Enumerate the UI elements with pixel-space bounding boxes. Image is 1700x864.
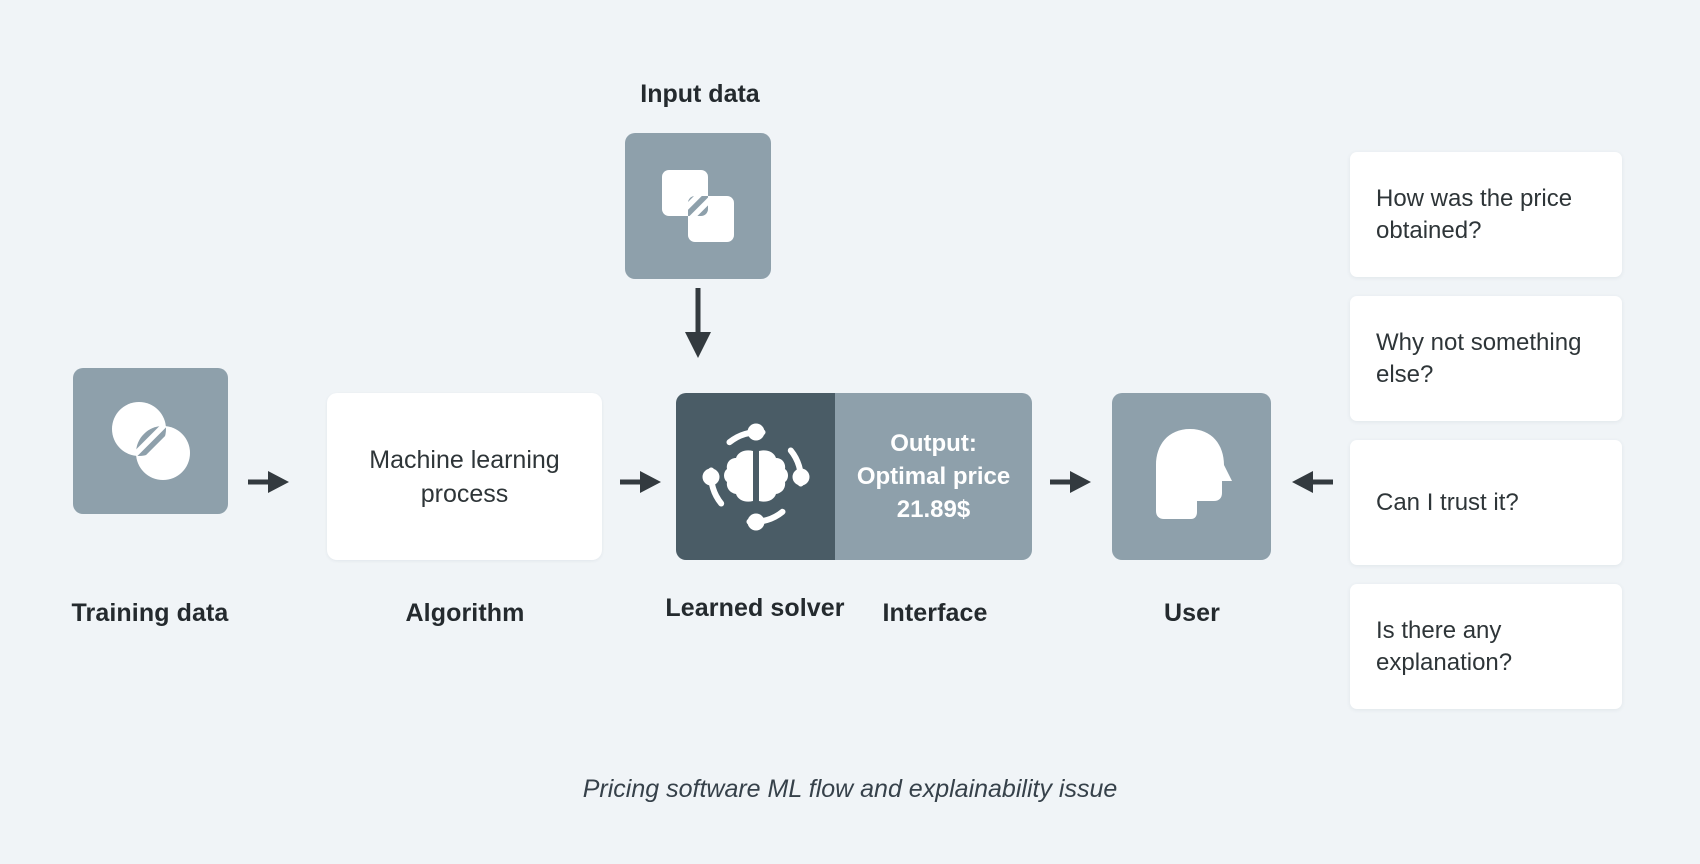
output-line-2: 21.89$ [896,496,971,524]
figure-caption: Pricing software ML flow and explainabil… [582,775,1118,803]
interface-output-text: Output: Optimal price 21.89$ [857,427,1010,526]
user-tile[interactable] [1112,393,1271,560]
arrow-input-to-solver [682,288,714,360]
learned-solver-tile[interactable] [676,393,835,560]
interface-label: Interface [882,599,988,627]
arrow-interface-to-user [1050,468,1092,496]
training-data-tile[interactable] [73,368,228,514]
question-card-1[interactable]: Why not something else? [1350,296,1622,421]
input-data-label: Input data [640,80,760,108]
overlapping-squares-icon [656,164,740,248]
question-card-0[interactable]: How was the price obtained? [1350,152,1622,277]
user-label: User [1164,599,1220,627]
question-text: How was the price obtained? [1376,184,1573,244]
arrow-questions-to-user [1291,468,1333,496]
diagram-canvas: Input data Training data Machine learnin… [0,0,1700,864]
algorithm-label: Algorithm [405,599,525,627]
question-card-2[interactable]: Can I trust it? [1350,440,1622,565]
head-profile-icon [1146,427,1238,527]
question-text: Can I trust it? [1376,488,1519,516]
output-line-0: Output: [890,429,977,457]
training-data-label: Training data [71,599,229,627]
brain-ai-icon [700,421,812,533]
algorithm-tile[interactable]: Machine learning process [327,393,602,560]
question-text: Why not something else? [1376,328,1582,388]
arrow-training-to-algorithm [248,468,290,496]
algorithm-body-text: Machine learning process [369,445,560,508]
overlapping-circles-icon [105,395,197,487]
question-card-3[interactable]: Is there any explanation? [1350,584,1622,709]
interface-tile[interactable]: Output: Optimal price 21.89$ [835,393,1032,560]
output-line-1: Optimal price [856,462,1011,490]
input-data-tile[interactable] [625,133,771,279]
arrow-algorithm-to-solver [620,468,662,496]
question-text: Is there any explanation? [1376,616,1513,676]
